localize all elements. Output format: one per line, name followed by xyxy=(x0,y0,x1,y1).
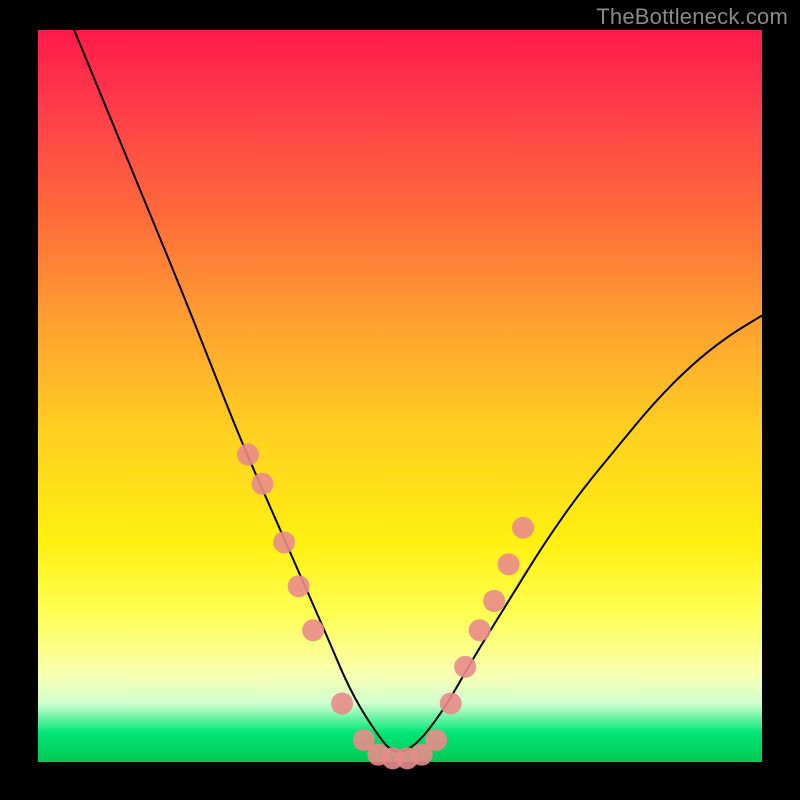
curve-marker-point xyxy=(454,656,476,678)
curve-marker-point xyxy=(302,619,324,641)
curve-marker-point xyxy=(331,692,353,714)
curve-marker-point xyxy=(512,517,534,539)
chart-frame: TheBottleneck.com xyxy=(0,0,800,800)
watermark-label: TheBottleneck.com xyxy=(596,4,788,30)
curve-line xyxy=(74,30,762,752)
curve-marker-point xyxy=(425,729,447,751)
curve-marker-point xyxy=(237,444,259,466)
curve-marker-point xyxy=(469,619,491,641)
curve-marker-point xyxy=(440,692,462,714)
curve-marker-point xyxy=(273,531,295,553)
curve-marker-point xyxy=(483,590,505,612)
curve-marker-point xyxy=(288,575,310,597)
curve-marker-point xyxy=(498,553,520,575)
chart-svg xyxy=(38,30,762,762)
curve-marker-points xyxy=(237,444,534,770)
bottleneck-curve-path xyxy=(74,30,762,752)
curve-marker-point xyxy=(251,473,273,495)
